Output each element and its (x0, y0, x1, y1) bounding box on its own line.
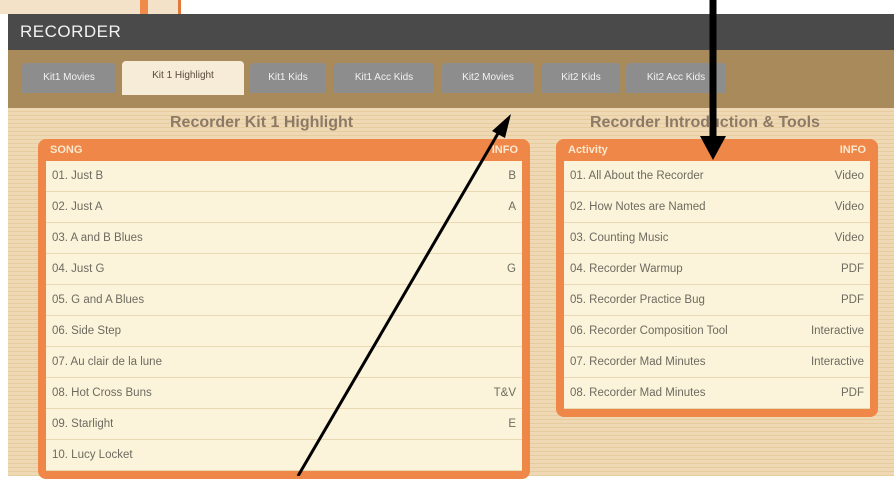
annotation-arrows (296, 0, 726, 476)
diagonal-arrow (296, 114, 511, 476)
down-arrow (700, 0, 726, 160)
